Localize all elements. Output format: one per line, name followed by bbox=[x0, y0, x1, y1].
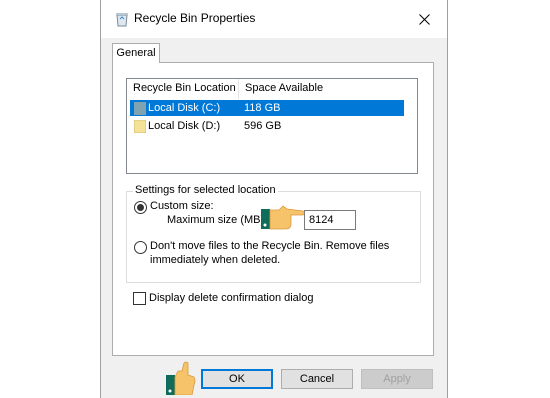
drive-icon bbox=[133, 119, 147, 134]
custom-size-radio[interactable] bbox=[134, 201, 147, 214]
dont-move-files-label-line1: Don't move files to the Recycle Bin. Rem… bbox=[150, 240, 390, 252]
hand-pointer-icon bbox=[261, 203, 307, 234]
settings-group-label: Settings for selected location bbox=[133, 184, 278, 196]
ok-button[interactable]: OK bbox=[201, 369, 273, 389]
window-title: Recycle Bin Properties bbox=[134, 11, 256, 25]
drive-name: Local Disk (C:) bbox=[148, 102, 221, 114]
column-header-space[interactable]: Space Available bbox=[239, 79, 359, 99]
hand-pointer-icon bbox=[164, 361, 198, 398]
drive-name: Local Disk (D:) bbox=[148, 120, 221, 132]
display-delete-confirmation-checkbox[interactable] bbox=[133, 292, 146, 305]
drive-icon bbox=[134, 102, 146, 115]
close-icon bbox=[418, 13, 430, 25]
close-button[interactable] bbox=[401, 0, 447, 38]
custom-size-label: Custom size: bbox=[150, 200, 214, 212]
recycle-bin-icon bbox=[115, 11, 129, 27]
dont-move-files-label-line2: immediately when deleted. bbox=[150, 254, 281, 266]
list-header: Recycle Bin Location Space Available bbox=[127, 79, 417, 99]
recycle-bin-location-list[interactable]: Recycle Bin Location Space Available Loc… bbox=[126, 78, 418, 174]
dont-move-files-radio[interactable] bbox=[134, 241, 147, 254]
cancel-button[interactable]: Cancel bbox=[281, 369, 353, 389]
tab-general[interactable]: General bbox=[112, 43, 160, 63]
title-bar: Recycle Bin Properties bbox=[101, 0, 447, 38]
display-delete-confirmation-label: Display delete confirmation dialog bbox=[149, 292, 314, 304]
drive-space: 118 GB bbox=[244, 102, 281, 114]
list-item-drive-c[interactable]: Local Disk (C:) 118 GB bbox=[130, 100, 404, 116]
max-size-label: Maximum size (MB): bbox=[167, 214, 268, 226]
column-header-location[interactable]: Recycle Bin Location bbox=[127, 79, 239, 99]
recycle-bin-properties-dialog: Recycle Bin Properties General Recycle B… bbox=[100, 0, 448, 398]
list-item-drive-d[interactable]: Local Disk (D:) 596 GB bbox=[130, 118, 404, 134]
radio-selected-dot bbox=[137, 204, 144, 211]
max-size-input[interactable]: 8124 bbox=[304, 210, 356, 230]
drive-space: 596 GB bbox=[244, 120, 282, 132]
apply-button[interactable]: Apply bbox=[361, 369, 433, 389]
